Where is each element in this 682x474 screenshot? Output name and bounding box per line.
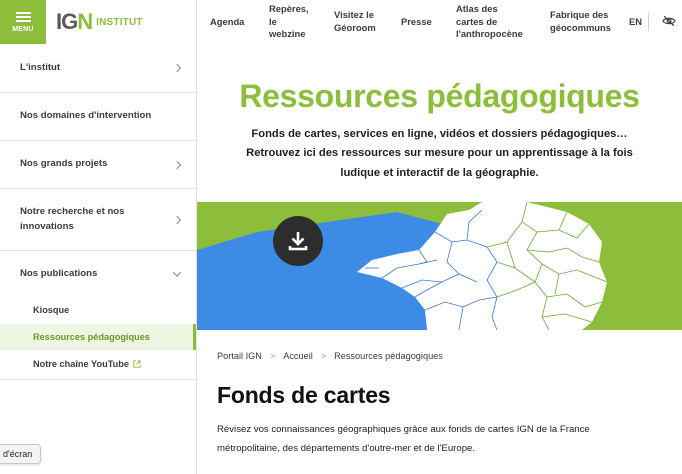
chevron-right-icon [172,63,182,73]
sidebar-item-domaines[interactable]: Nos domaines d'intervention [0,92,196,140]
sidebar-item-institut[interactable]: L'institut [0,44,196,92]
chevron-right-icon [172,215,182,224]
download-button[interactable] [273,216,323,266]
ign-logo[interactable]: IGN INSTITUT [56,9,143,34]
hero-banner-map [197,202,682,330]
breadcrumb-accueil[interactable]: Accueil [283,351,313,361]
sidebar-divider [0,379,196,380]
nav-divider [648,13,649,31]
eye-slash-icon[interactable] [662,13,676,29]
page-intro: Fonds de cartes, services en ligne, vidé… [246,128,633,179]
chevron-right-icon: > [320,351,327,361]
breadcrumb-current: Ressources pédagogiques [334,351,443,361]
nav-language-en[interactable]: EN [629,0,642,44]
main-content: Ressources pédagogiques Fonds de cartes,… [197,44,682,474]
france-map-illustration [197,202,682,330]
sidebar-item-grands-projets[interactable]: Nos grands projets [0,140,196,188]
section-title: Fonds de cartes [217,382,391,408]
page-title: Ressources pédagogiques [239,78,640,114]
hamburger-icon [15,16,31,18]
menu-button[interactable]: MENU [0,0,46,44]
nav-georoom[interactable]: Visitez le Géoroom [334,0,376,44]
nav-atlas-anthropocene[interactable]: Atlas des cartes de l'anthropocène [456,0,523,44]
nav-fabrique-geocommuns[interactable]: Fabrique des géocommuns [550,0,611,44]
menu-label: MENU [12,26,34,33]
nav-agenda[interactable]: Agenda [210,0,244,44]
breadcrumb: Portail IGN > Accueil > Ressources pédag… [217,351,443,361]
main-nav: Agenda Repères, le webzine Visitez le Gé… [197,0,682,44]
sidebar-item-publications[interactable]: Nos publications [0,250,196,297]
logo-mark: IGN [56,9,93,34]
chevron-right-icon [172,160,182,169]
sidebar-item-recherche[interactable]: Notre recherche et nos innovations [0,188,196,250]
sidebar-subitem-kiosque[interactable]: Kiosque [0,297,196,323]
external-link-icon [133,360,141,368]
download-icon [288,232,308,251]
breadcrumb-portail-ign[interactable]: Portail IGN [217,351,262,361]
nav-presse[interactable]: Presse [401,0,432,44]
chevron-down-icon [172,268,182,277]
sidebar-subitem-ressources-pedagogiques[interactable]: Ressources pédagogiques [0,324,196,350]
nav-reperes-webzine[interactable]: Repères, le webzine [269,0,309,44]
chevron-right-icon: > [269,351,276,361]
sidebar: L'institut Nos domaines d'intervention N… [0,44,197,474]
sidebar-subitem-youtube[interactable]: Notre chaîne YouTube [0,351,196,377]
logo-subtitle: INSTITUT [96,16,143,28]
section-text: Révisez vos connaissances géographiques … [217,424,590,455]
tooltip: d'écran [0,444,42,464]
